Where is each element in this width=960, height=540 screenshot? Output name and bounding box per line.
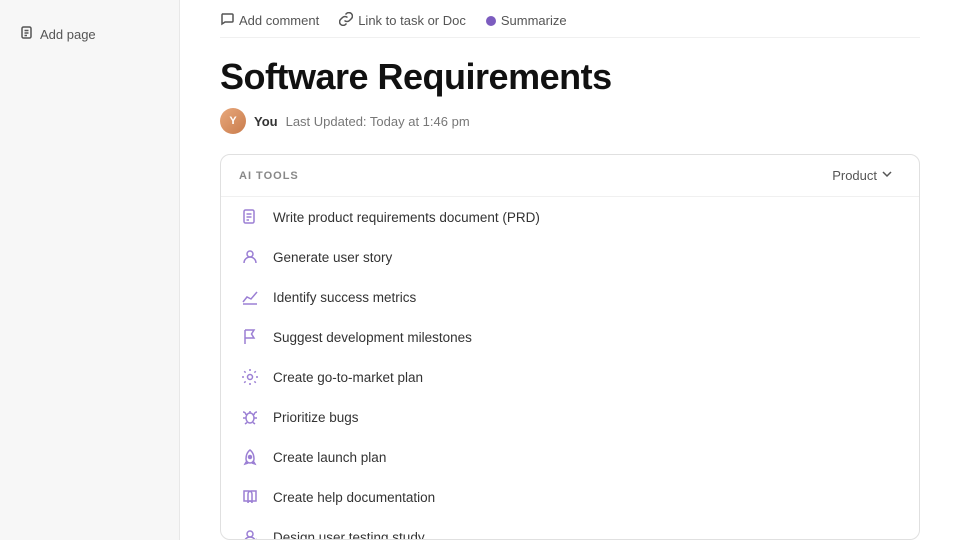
tool-item-4[interactable]: Suggest development milestones	[221, 317, 919, 357]
comment-icon	[220, 12, 234, 29]
tool-label-8: Create help documentation	[273, 490, 435, 505]
ai-tools-header: AI TOOLS Product	[221, 155, 919, 197]
tool-item-2[interactable]: Generate user story	[221, 237, 919, 277]
link-to-task-button[interactable]: Link to task or Doc	[339, 12, 466, 29]
last-updated: Last Updated: Today at 1:46 pm	[286, 114, 470, 129]
bug-icon	[239, 406, 261, 428]
toolbar: Add comment Link to task or Doc Summariz…	[220, 0, 920, 38]
add-page-label: Add page	[40, 27, 96, 42]
tool-item-1[interactable]: Write product requirements document (PRD…	[221, 197, 919, 237]
tool-item-9[interactable]: Design user testing study	[221, 517, 919, 539]
user-test-icon	[239, 526, 261, 539]
avatar: Y	[220, 108, 246, 134]
tool-item-8[interactable]: Create help documentation	[221, 477, 919, 517]
summarize-button[interactable]: Summarize	[486, 13, 567, 28]
ai-tools-label: AI TOOLS	[239, 170, 299, 182]
tool-item-3[interactable]: Identify success metrics	[221, 277, 919, 317]
tool-label-3: Identify success metrics	[273, 290, 416, 305]
chevron-down-icon	[881, 168, 893, 183]
flag-icon	[239, 326, 261, 348]
tool-item-6[interactable]: Prioritize bugs	[221, 397, 919, 437]
user-icon	[239, 246, 261, 268]
chart-icon	[239, 286, 261, 308]
add-comment-button[interactable]: Add comment	[220, 12, 319, 29]
ai-tools-panel: AI TOOLS Product Write product requireme…	[220, 154, 920, 540]
rocket-icon	[239, 446, 261, 468]
tool-label-2: Generate user story	[273, 250, 392, 265]
link-to-task-label: Link to task or Doc	[358, 13, 466, 28]
book-icon	[239, 486, 261, 508]
tool-label-1: Write product requirements document (PRD…	[273, 210, 540, 225]
tool-label-7: Create launch plan	[273, 450, 386, 465]
category-dropdown[interactable]: Product	[824, 165, 901, 186]
summarize-icon	[486, 16, 496, 26]
tool-item-7[interactable]: Create launch plan	[221, 437, 919, 477]
author-name: You	[254, 114, 278, 129]
add-page-button[interactable]: Add page	[12, 20, 167, 49]
main-content: Add comment Link to task or Doc Summariz…	[180, 0, 960, 540]
tool-label-5: Create go-to-market plan	[273, 370, 423, 385]
tool-label-9: Design user testing study	[273, 530, 425, 540]
tool-label-6: Prioritize bugs	[273, 410, 359, 425]
gear-icon	[239, 366, 261, 388]
sidebar: Add page	[0, 0, 180, 540]
tool-label-4: Suggest development milestones	[273, 330, 472, 345]
ai-tools-list: Write product requirements document (PRD…	[221, 197, 919, 539]
doc-icon	[239, 206, 261, 228]
page-title: Software Requirements	[220, 56, 920, 98]
add-comment-label: Add comment	[239, 13, 319, 28]
tool-item-5[interactable]: Create go-to-market plan	[221, 357, 919, 397]
summarize-label: Summarize	[501, 13, 567, 28]
add-page-icon	[20, 26, 34, 43]
link-icon	[339, 12, 353, 29]
author-row: Y You Last Updated: Today at 1:46 pm	[220, 108, 920, 134]
category-label: Product	[832, 168, 877, 183]
